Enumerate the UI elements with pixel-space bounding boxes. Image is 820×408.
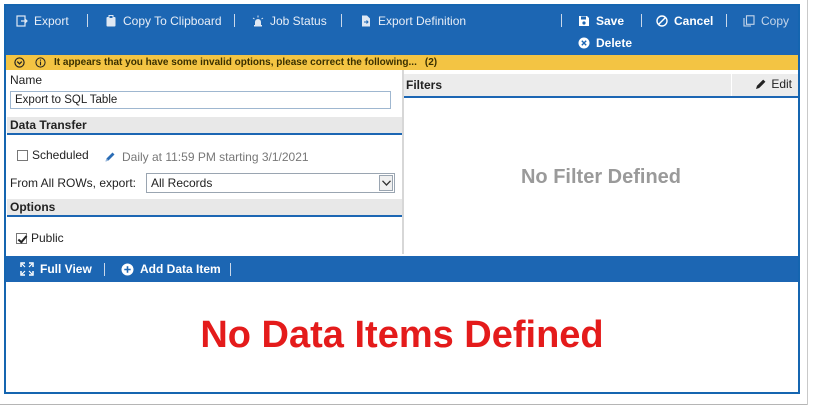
clipboard-icon: [106, 15, 116, 27]
toolbar-divider: [230, 263, 231, 276]
export-settings-panel: Name Data Transfer Scheduled Daily at 11…: [6, 70, 402, 254]
collapse-circle-icon[interactable]: [14, 57, 25, 68]
cancel-label: Cancel: [674, 14, 714, 28]
expand-icon: [20, 262, 34, 276]
no-filter-message: No Filter Defined: [520, 166, 681, 188]
window-shadow-right: [807, 0, 808, 405]
delete-button[interactable]: Delete: [578, 35, 632, 51]
toolbar-divider: [104, 263, 105, 276]
options-heading: Options: [7, 199, 402, 217]
alarm-light-icon: [252, 15, 264, 27]
scheduled-label: Scheduled: [32, 148, 89, 162]
toolbar-divider: [641, 14, 642, 27]
full-view-button[interactable]: Full View: [20, 262, 92, 276]
save-label: Save: [596, 14, 625, 28]
export-records-select[interactable]: All Records: [146, 173, 395, 193]
filters-title: Filters: [406, 78, 443, 92]
export-definition-label: Export Definition: [378, 14, 467, 28]
save-button[interactable]: Save: [578, 13, 624, 29]
export-label: Export: [34, 14, 69, 28]
copy-to-clipboard-label: Copy To Clipboard: [123, 14, 222, 28]
export-button[interactable]: Export: [16, 13, 69, 29]
info-icon: [35, 57, 46, 68]
toolbar-divider: [341, 14, 342, 27]
edit-label: Edit: [771, 77, 792, 91]
data-items-toolbar: Full View Add Data Item: [6, 256, 798, 282]
pencil-icon: [105, 152, 115, 162]
scheduled-checkbox-row[interactable]: Scheduled: [17, 148, 89, 162]
warning-count: (2): [424, 57, 438, 68]
add-data-item-label: Add Data Item: [140, 262, 221, 276]
copy-label: Copy: [761, 14, 790, 28]
filters-header: Filters Edit: [404, 74, 798, 98]
copy-to-clipboard-button[interactable]: Copy To Clipboard: [105, 13, 222, 29]
toolbar-divider: [726, 14, 727, 27]
window-shadow-bottom: [0, 404, 808, 405]
cancel-icon: [656, 15, 668, 27]
add-data-item-button[interactable]: Add Data Item: [121, 262, 221, 276]
header-divider: [731, 74, 732, 96]
name-field[interactable]: [10, 91, 391, 109]
export-editor-window: Export Copy To Clipboard Job Status Expo…: [4, 4, 800, 394]
filters-panel: Filters Edit No Filter Defined: [404, 70, 798, 254]
job-status-button[interactable]: Job Status: [252, 13, 327, 29]
cancel-button[interactable]: Cancel: [656, 13, 713, 29]
copy-button[interactable]: Copy: [743, 13, 789, 29]
export-label-text: From All ROWs, export:: [10, 176, 137, 190]
copy-icon: [743, 15, 755, 27]
toolbar-divider: [234, 14, 235, 27]
full-view-label: Full View: [40, 262, 92, 276]
toolbar-divider: [87, 14, 88, 27]
validation-warning-bar: It appears that you have some invalid op…: [6, 55, 798, 70]
toolbar-divider: [561, 14, 562, 27]
delete-label: Delete: [596, 36, 633, 50]
data-transfer-heading: Data Transfer: [7, 117, 402, 135]
schedule-link[interactable]: Daily at 11:59 PM starting 3/1/2021: [104, 150, 309, 164]
public-checkbox[interactable]: [16, 232, 27, 244]
main-toolbar: Export Copy To Clipboard Job Status Expo…: [6, 6, 798, 55]
schedule-text: Daily at 11:59 PM starting 3/1/2021: [122, 150, 309, 164]
public-label: Public: [31, 231, 64, 245]
name-label: Name: [10, 73, 43, 87]
scheduled-checkbox[interactable]: [17, 149, 28, 161]
delete-icon: [578, 37, 590, 49]
plus-circle-icon: [121, 263, 134, 275]
job-status-label: Job Status: [270, 14, 327, 28]
floppy-disk-icon: [579, 16, 589, 26]
export-icon: [16, 15, 28, 27]
export-selected-value: All Records: [151, 176, 213, 190]
pencil-icon: [756, 79, 766, 89]
no-data-items-message: No Data Items Defined: [200, 314, 604, 356]
warning-message: It appears that you have some invalid op…: [54, 57, 417, 68]
export-definition-button[interactable]: Export Definition: [360, 13, 466, 29]
edit-filters-button[interactable]: Edit: [755, 77, 792, 91]
chevron-down-icon[interactable]: [379, 175, 393, 191]
export-scope-label: From All ROWs, export:: [10, 176, 136, 190]
file-export-icon: [362, 15, 370, 27]
public-checkbox-row[interactable]: Public: [16, 231, 64, 245]
